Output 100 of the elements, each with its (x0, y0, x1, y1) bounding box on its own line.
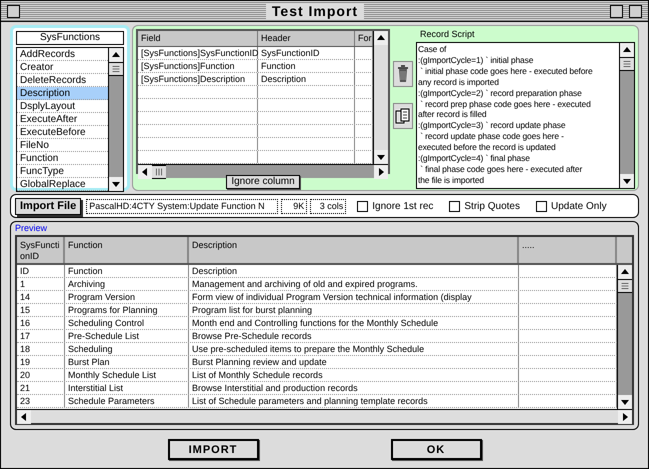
table-cell: Burst Planning review and update (189, 356, 519, 368)
table-cell: Programs for Planning (65, 304, 189, 316)
option-checkbox[interactable]: Update Only (536, 200, 607, 212)
scroll-left-icon[interactable] (17, 410, 31, 424)
script-line: ` initial phase code goes here - executed before (419, 66, 594, 77)
documents-icon[interactable] (393, 103, 413, 129)
list-title: SysFunctions (16, 31, 124, 45)
trash-icon[interactable] (393, 61, 413, 87)
table-cell: 1 (17, 278, 65, 290)
table-cell: 20 (17, 369, 65, 381)
table-cell: Schedule Parameters (65, 395, 189, 407)
scroll-thumb-icon[interactable] (620, 57, 634, 71)
scrollbar[interactable] (619, 43, 634, 188)
script-line: :(gImportCycle=4) ` final phase (418, 153, 531, 164)
scroll-left-icon[interactable] (138, 165, 152, 179)
column-count: 3 cols (310, 198, 346, 214)
table-cell: 23 (17, 395, 65, 407)
horizontal-scrollbar[interactable] (17, 409, 632, 423)
column-header[interactable]: Function (65, 237, 189, 263)
script-line: ` final phase code goes here - executed after (419, 164, 584, 175)
scroll-up-icon[interactable] (109, 48, 123, 62)
ignore-column-button[interactable]: Ignore column (226, 175, 300, 189)
preview-label: Preview (15, 223, 48, 235)
script-line: ` record prep phase code goes here - executed (419, 98, 592, 110)
table-cell: Function (65, 265, 189, 277)
scroll-down-icon[interactable] (374, 150, 388, 164)
zoom-icon[interactable] (610, 4, 624, 18)
table-cell: Form view of individual Program Version technical information (display (189, 291, 519, 303)
file-size: 9K (281, 198, 308, 214)
scroll-thumb-icon[interactable] (618, 279, 632, 293)
dialog-button[interactable]: OK (390, 439, 482, 460)
column-header[interactable]: Header (258, 31, 355, 46)
option-checkbox[interactable]: Strip Quotes (449, 200, 520, 212)
table-cell: Description (258, 73, 355, 85)
scroll-down-icon[interactable] (620, 174, 634, 188)
window-title: Test Import (266, 3, 364, 19)
table-cell: Month end and Controlling functions for the Monthly Schedule (189, 317, 519, 329)
column-header[interactable]: ..... (519, 237, 617, 263)
table-cell: Browse Interstitial and production records (189, 382, 519, 394)
script-line: Case of (418, 44, 448, 55)
table-cell: Function (258, 60, 355, 72)
scroll-up-icon[interactable] (374, 31, 388, 45)
script-line: :(gImportCycle=1) ` initial phase (418, 54, 534, 66)
script-line: the file is imported (418, 174, 485, 186)
table-cell: List of Monthly Schedule records (189, 369, 519, 381)
table-cell: Pre-Schedule List (65, 330, 189, 342)
table-cell: Monthly Schedule List (65, 369, 189, 381)
table-cell: 17 (17, 330, 65, 342)
script-line: :(gImportCycle=2) ` record preparation phase (418, 88, 583, 99)
option-checkbox[interactable]: Ignore 1st rec (357, 200, 434, 212)
table-cell: [SysFunctions]Description (138, 73, 258, 85)
script-line: ` record update phase code goes here - (419, 131, 565, 142)
scroll-up-icon[interactable] (620, 43, 634, 57)
table-cell: 19 (17, 356, 65, 368)
table-cell: Description (189, 265, 519, 277)
table-cell: Program list for burst planning (189, 304, 519, 316)
scroll-down-icon[interactable] (109, 177, 123, 191)
script-line: after record is filled (418, 109, 488, 120)
horizontal-scrollbar[interactable] (138, 164, 388, 178)
import-file-button[interactable]: Import File (15, 198, 82, 214)
scroll-thumb-icon[interactable] (109, 62, 123, 76)
table-cell: Scheduling Control (65, 317, 189, 329)
table-cell: Management and archiving of old and expired programs. (189, 278, 519, 290)
table-cell: Browse Pre-Schedule records (189, 330, 519, 342)
table-cell: Program Version (65, 291, 189, 303)
dialog-button[interactable]: IMPORT (168, 439, 258, 460)
scrollbar[interactable] (373, 31, 388, 164)
file-path: PascalHD:4CTY System:Update Function N (86, 198, 278, 214)
table-cell: 16 (17, 317, 65, 329)
table-cell: Burst Plan (65, 356, 189, 368)
column-header[interactable]: Description (189, 237, 519, 263)
table-cell: 18 (17, 343, 65, 355)
script-line: executed before the record is updated (418, 142, 557, 154)
table-cell: [SysFunctions]SysFunctionID (138, 47, 258, 59)
close-icon[interactable] (7, 4, 20, 18)
scroll-right-icon[interactable] (618, 410, 632, 424)
table-cell: List of Schedule parameters and planning template records (189, 395, 519, 407)
scrollbar[interactable] (617, 265, 632, 409)
scroll-down-icon[interactable] (618, 395, 632, 409)
script-line: any record is imported (418, 76, 500, 88)
table-cell: 21 (17, 382, 65, 394)
table-cell: [SysFunctions]Function (138, 60, 258, 72)
table-cell: 15 (17, 304, 65, 316)
scrollbar[interactable] (108, 48, 123, 191)
script-label: Record Script (419, 29, 476, 39)
scroll-up-icon[interactable] (618, 265, 632, 279)
table-cell: 14 (17, 291, 65, 303)
column-header[interactable]: SysFunctionID (17, 237, 65, 263)
column-header[interactable]: Field (138, 31, 258, 46)
table-cell: Archiving (65, 278, 189, 290)
script-line: :(gImportCycle=3) ` record update phase (418, 120, 566, 132)
table-cell: Scheduling (65, 343, 189, 355)
script-editor[interactable] (416, 42, 635, 189)
table-cell: ID (17, 265, 65, 277)
collapse-icon[interactable] (629, 4, 642, 18)
table-cell: Use pre-scheduled items to prepare the Monthly Schedule (189, 343, 519, 355)
list-item[interactable]: Description (17, 87, 108, 100)
table-cell: Interstitial List (65, 382, 189, 394)
scroll-right-icon[interactable] (374, 165, 388, 179)
scroll-thumb-icon[interactable] (152, 165, 166, 179)
